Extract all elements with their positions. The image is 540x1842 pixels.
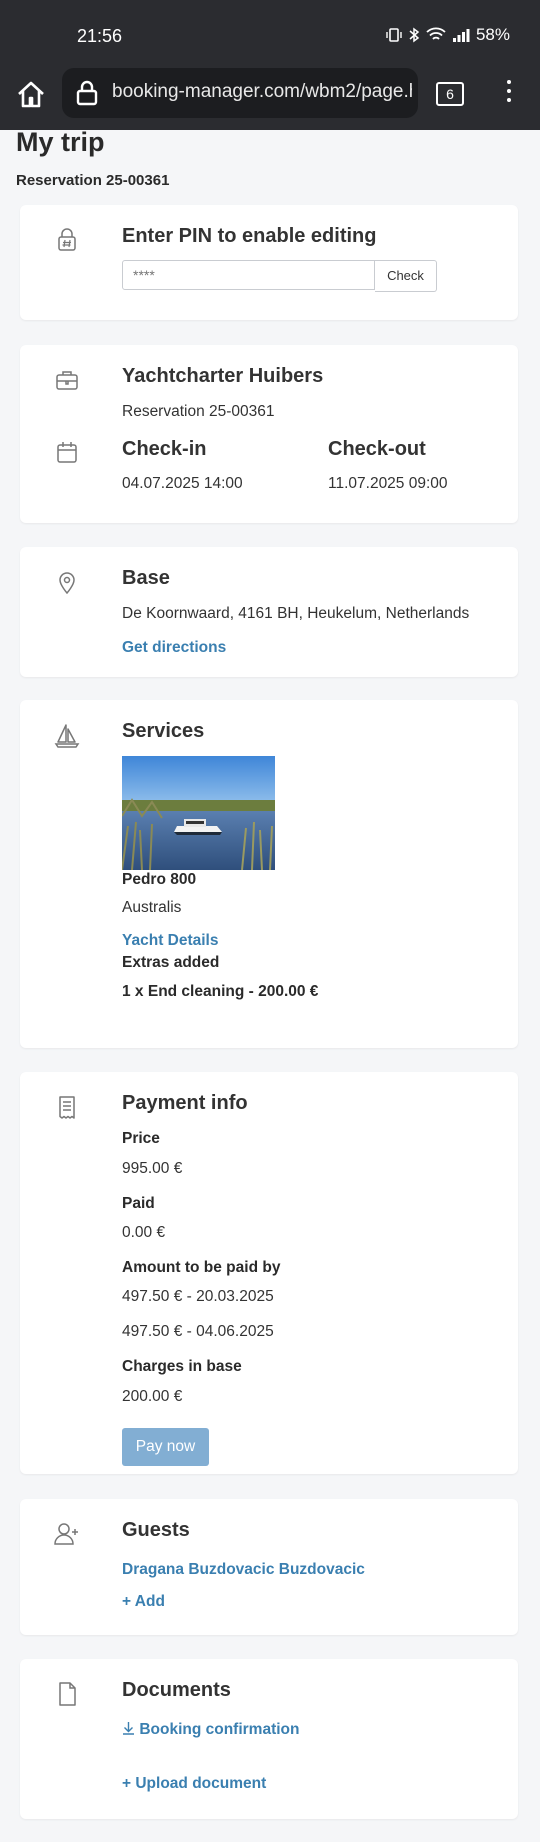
- payment-title: Payment info: [122, 1092, 248, 1114]
- checkout-label: Check-out: [328, 438, 426, 460]
- due-item: 497.50 € - 20.03.2025: [122, 1288, 274, 1305]
- base-card: Base De Koornwaard, 4161 BH, Heukelum, N…: [20, 547, 518, 677]
- checkout-value: 11.07.2025 09:00: [328, 475, 448, 492]
- address-bar[interactable]: booking-manager.com/wbm2/page.html: [62, 68, 418, 118]
- paid-value: 0.00 €: [122, 1224, 166, 1241]
- status-icons: 58%: [386, 25, 510, 45]
- pin-input[interactable]: [122, 260, 375, 290]
- booking-confirmation-label: Booking confirmation: [139, 1721, 300, 1738]
- wifi-icon: [426, 27, 446, 40]
- tab-switcher-button[interactable]: 6: [436, 82, 464, 106]
- base-title: Base: [122, 567, 170, 589]
- extras-label: Extras added: [122, 954, 220, 971]
- upload-document-link[interactable]: + Upload document: [122, 1775, 266, 1793]
- charges-label: Charges in base: [122, 1358, 242, 1375]
- yacht-photo[interactable]: [122, 756, 275, 870]
- battery-percent: 58%: [475, 25, 510, 44]
- services-card: Services Pedro 800 Australis Yacht Detai…: [20, 700, 518, 1048]
- add-user-icon: [52, 1519, 82, 1549]
- payment-card: Payment info Price 995.00 € Paid 0.00 € …: [20, 1072, 518, 1474]
- base-address: De Koornwaard, 4161 BH, Heukelum, Nether…: [122, 605, 470, 622]
- lock-hash-icon: [52, 225, 82, 255]
- lock-icon[interactable]: [76, 80, 98, 106]
- documents-card: Documents Booking confirmation + Upload …: [20, 1659, 518, 1819]
- paid-label: Paid: [122, 1195, 155, 1212]
- receipt-icon: [52, 1092, 82, 1122]
- guest-name-link[interactable]: Dragana Buzdovacic Buzdovacic: [122, 1561, 365, 1579]
- charges-value: 200.00 €: [122, 1388, 183, 1405]
- calendar-icon: [52, 437, 82, 467]
- documents-title: Documents: [122, 1679, 231, 1701]
- due-item: 497.50 € - 04.06.2025: [122, 1323, 274, 1340]
- pin-title: Enter PIN to enable editing: [122, 225, 377, 247]
- sailboat-icon: [52, 720, 82, 750]
- price-value: 995.00 €: [122, 1160, 183, 1177]
- booking-confirmation-link[interactable]: Booking confirmation: [122, 1721, 299, 1739]
- status-bar: 21:56 58%: [0, 0, 540, 72]
- page-title: My trip: [16, 127, 105, 157]
- services-title: Services: [122, 720, 205, 742]
- checkin-value: 04.07.2025 14:00: [122, 475, 243, 492]
- reservation-number: Reservation 25-00361: [16, 172, 170, 189]
- add-guest-link[interactable]: + Add: [122, 1593, 165, 1611]
- pay-now-button[interactable]: Pay now: [122, 1428, 209, 1466]
- url-text[interactable]: booking-manager.com/wbm2/page.html: [112, 81, 412, 103]
- location-pin-icon: [52, 567, 82, 597]
- yacht-model: Australis: [122, 899, 182, 916]
- extra-item: 1 x End cleaning - 200.00 €: [122, 983, 319, 1000]
- get-directions-link[interactable]: Get directions: [122, 639, 226, 657]
- signal-icon: [452, 29, 470, 42]
- vibrate-icon: [386, 28, 402, 42]
- download-icon: [123, 1722, 134, 1735]
- charter-company: Yachtcharter Huibers: [122, 365, 324, 387]
- yacht-name: Pedro 800: [122, 871, 197, 888]
- menu-icon[interactable]: [505, 80, 513, 107]
- bluetooth-icon: [409, 27, 420, 43]
- charter-card: Yachtcharter Huibers Reservation 25-0036…: [20, 345, 518, 523]
- briefcase-icon: [52, 365, 82, 395]
- yacht-details-link[interactable]: Yacht Details: [122, 932, 219, 950]
- due-label: Amount to be paid by: [122, 1259, 281, 1276]
- guests-title: Guests: [122, 1519, 190, 1541]
- status-time: 21:56: [77, 26, 123, 46]
- checkin-label: Check-in: [122, 438, 207, 460]
- home-icon[interactable]: [14, 78, 48, 112]
- pin-card: Enter PIN to enable editing Check: [20, 205, 518, 320]
- check-button[interactable]: Check: [375, 260, 437, 292]
- guests-card: Guests Dragana Buzdovacic Buzdovacic + A…: [20, 1499, 518, 1635]
- document-icon: [52, 1679, 82, 1709]
- price-label: Price: [122, 1130, 160, 1147]
- browser-toolbar: booking-manager.com/wbm2/page.html 6: [0, 68, 540, 130]
- charter-reservation: Reservation 25-00361: [122, 403, 275, 420]
